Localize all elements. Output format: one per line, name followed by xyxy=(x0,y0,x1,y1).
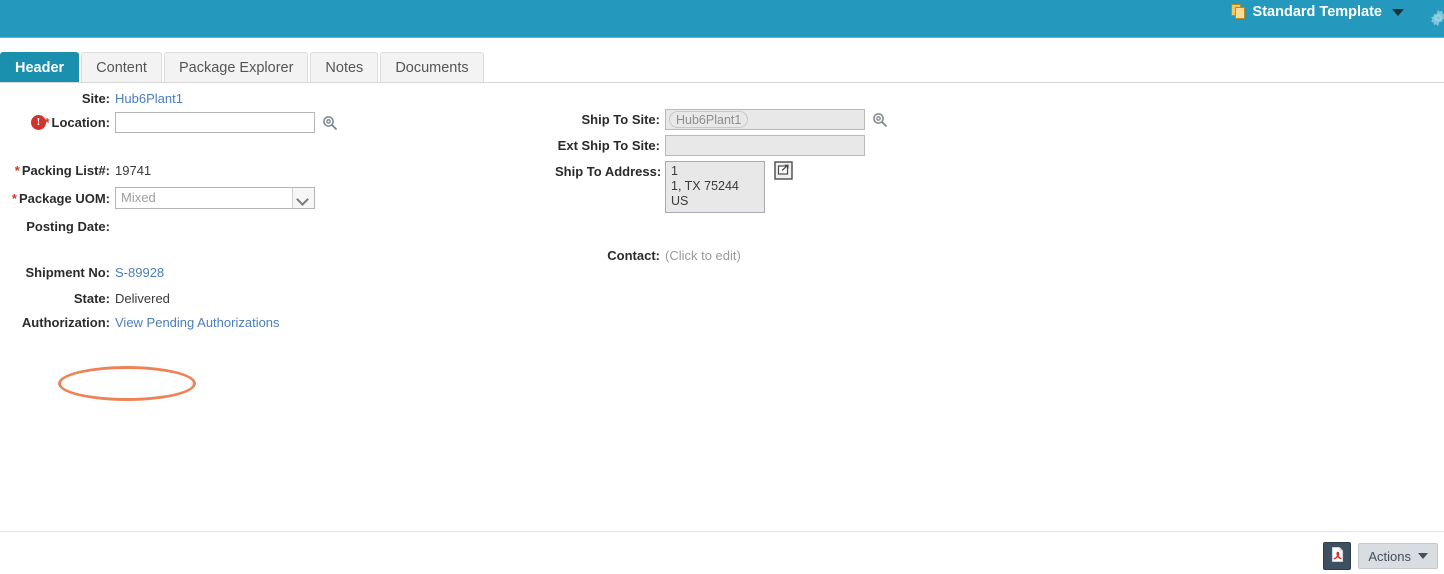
field-package-uom-label: * Package UOM: xyxy=(0,191,115,206)
ext-ship-to-site-input[interactable] xyxy=(665,134,865,156)
field-state: State: Delivered xyxy=(0,287,170,309)
footer-toolbar: Actions xyxy=(1323,542,1438,570)
ship-to-address-box[interactable]: 1 1, TX 75244 US xyxy=(665,161,765,213)
chevron-down-icon[interactable] xyxy=(292,188,314,208)
template-selector-label: Standard Template xyxy=(1252,4,1382,20)
actions-button-label: Actions xyxy=(1368,548,1411,564)
chevron-down-icon xyxy=(1418,553,1428,559)
field-packing-list-label: * Packing List#: xyxy=(0,163,115,178)
field-ext-ship-to-site-label: Ext Ship To Site: xyxy=(557,137,660,153)
field-ship-to-site-label: Ship To Site: xyxy=(581,111,660,127)
field-location: ! * Location: xyxy=(0,111,338,133)
view-pending-authorizations-link[interactable]: View Pending Authorizations xyxy=(115,315,280,330)
field-shipment-no-label: Shipment No: xyxy=(25,264,111,280)
tab-header[interactable]: Header xyxy=(0,52,80,82)
package-uom-selected-value: Mixed xyxy=(121,190,156,205)
field-location-label-text: Location: xyxy=(51,114,111,130)
field-state-label: State: xyxy=(73,290,110,306)
field-authorization: Authorization: View Pending Authorizatio… xyxy=(0,311,280,333)
field-package-uom-label-text: Package UOM: xyxy=(18,190,110,206)
required-star: * xyxy=(11,190,17,206)
tab-documents[interactable]: Documents xyxy=(380,52,484,82)
top-app-bar: Standard Template xyxy=(0,0,1444,38)
field-ship-to-address-label: Ship To Address: xyxy=(555,164,662,179)
tab-notes[interactable]: Notes xyxy=(310,52,379,82)
open-in-window-icon[interactable] xyxy=(774,161,793,180)
field-location-label: * Location: xyxy=(0,115,115,130)
address-line: 1 xyxy=(671,164,678,178)
location-input[interactable] xyxy=(115,111,315,133)
template-selector[interactable]: Standard Template xyxy=(1230,4,1404,20)
status-badge: Delivered xyxy=(115,290,170,306)
copy-pages-icon xyxy=(1230,4,1247,20)
field-site-value[interactable]: Hub6Plant1 xyxy=(115,91,183,106)
pdf-export-button[interactable] xyxy=(1323,542,1352,570)
field-packing-list-label-text: Packing List#: xyxy=(21,162,110,178)
actions-button[interactable]: Actions xyxy=(1358,543,1438,569)
error-exclamation-icon: ! xyxy=(31,114,46,130)
ship-to-site-input[interactable]: Hub6Plant1 xyxy=(665,108,865,130)
pdf-export-icon xyxy=(1329,546,1346,566)
address-line: 1, TX 75244 xyxy=(671,179,739,193)
footer-divider xyxy=(0,531,1444,532)
field-package-uom: * Package UOM: Mixed xyxy=(0,187,315,209)
field-contact: Contact: (Click to edit) xyxy=(555,244,741,266)
ship-to-site-value: Hub6Plant1 xyxy=(669,110,749,128)
magnifier-lookup-icon[interactable] xyxy=(321,114,338,131)
header-form: Site: Hub6Plant1 ! * Location: * Packing L… xyxy=(0,83,1444,530)
field-authorization-label: Authorization: xyxy=(21,314,110,330)
address-line: US xyxy=(671,194,689,208)
field-shipment-no: Shipment No: S-89928 xyxy=(0,261,165,283)
field-shipment-no-value[interactable]: S-89928 xyxy=(115,265,164,280)
contact-click-to-edit[interactable]: (Click to edit) xyxy=(665,248,741,263)
state-highlight-annotation xyxy=(58,366,196,401)
gear-icon[interactable] xyxy=(1428,8,1444,28)
field-ship-to-address: Ship To Address: 1 1, TX 75244 US xyxy=(555,161,793,213)
field-packing-list-value: 19741 xyxy=(115,162,152,178)
magnifier-lookup-icon[interactable] xyxy=(871,111,888,128)
field-ship-to-site: Ship To Site: Hub6Plant1 xyxy=(555,108,888,130)
field-packing-list: * Packing List#: 19741 xyxy=(0,159,151,181)
tab-content[interactable]: Content xyxy=(81,52,162,82)
tab-package-explorer[interactable]: Package Explorer xyxy=(163,52,309,82)
field-posting-date: Posting Date: xyxy=(0,215,115,237)
package-uom-select[interactable]: Mixed xyxy=(115,187,315,209)
chevron-down-icon xyxy=(1392,8,1404,16)
field-site-label: Site: xyxy=(81,90,110,106)
main-tab-bar: Header Content Package Explorer Notes Do… xyxy=(0,38,1444,83)
field-contact-label: Contact: xyxy=(607,247,660,263)
field-site: Site: Hub6Plant1 xyxy=(0,87,183,109)
field-posting-date-label: Posting Date: xyxy=(26,218,110,234)
field-ext-ship-to-site: Ext Ship To Site: xyxy=(555,134,865,156)
required-star: * xyxy=(14,162,20,178)
